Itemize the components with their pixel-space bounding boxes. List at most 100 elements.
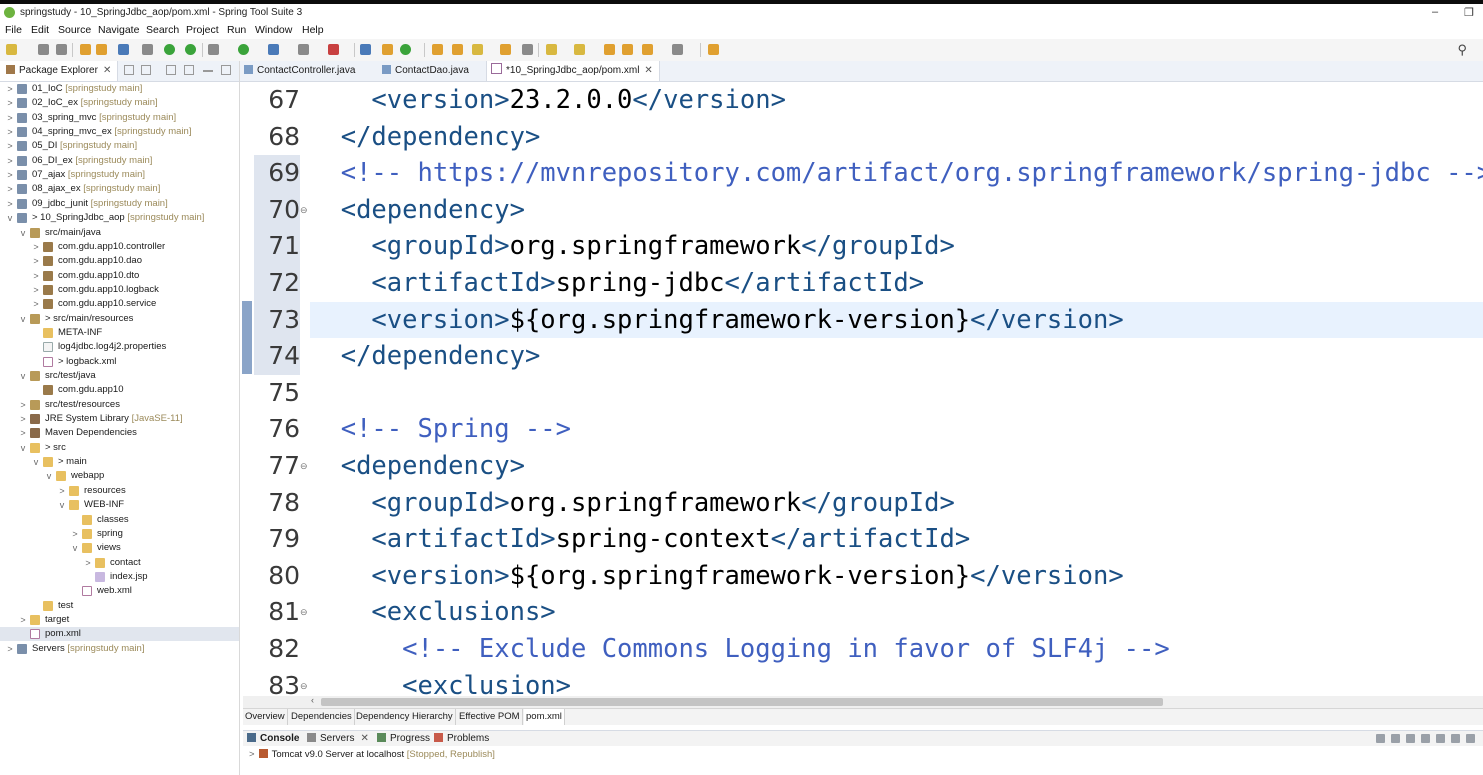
- tree-item[interactable]: > com.gdu.app10.service: [0, 297, 239, 311]
- save-all-icon[interactable]: [56, 44, 67, 55]
- view-menu-icon[interactable]: [184, 65, 194, 75]
- minimize-view-icon[interactable]: [203, 70, 213, 72]
- tree-item[interactable]: >09_jdbc_junit [springstudy main]: [0, 197, 239, 211]
- next-annotation-icon[interactable]: [546, 44, 557, 55]
- collapsed-icon[interactable]: >: [6, 197, 14, 211]
- stop-icon[interactable]: [1436, 734, 1445, 743]
- tree-item[interactable]: > spring: [0, 527, 239, 541]
- collapse-icon[interactable]: [1376, 734, 1385, 743]
- code-line[interactable]: <!-- Spring -->: [310, 411, 571, 448]
- tree-item[interactable]: classes: [0, 513, 239, 527]
- tab-dependency-hierarchy[interactable]: Dependency Hierarchy: [354, 709, 456, 725]
- debug-server-icon[interactable]: [1391, 734, 1400, 743]
- tree-item[interactable]: >05_DI [springstudy main]: [0, 139, 239, 153]
- tree-item[interactable]: test: [0, 599, 239, 613]
- collapse-all-icon[interactable]: [124, 65, 134, 75]
- collapsed-icon[interactable]: >: [32, 297, 40, 311]
- tree-item[interactable]: >03_spring_mvc [springstudy main]: [0, 111, 239, 125]
- tab-servers[interactable]: Servers ✕: [307, 731, 369, 747]
- new-icon[interactable]: [6, 44, 17, 55]
- code-line[interactable]: <version>23.2.0.0</version>: [310, 82, 786, 119]
- annotation-icon[interactable]: [500, 44, 511, 55]
- link-with-editor-icon[interactable]: [141, 65, 151, 75]
- expanded-icon[interactable]: v: [71, 541, 79, 555]
- tree-item[interactable]: > JRE System Library [JavaSE-11]: [0, 412, 239, 426]
- collapsed-icon[interactable]: >: [6, 642, 14, 656]
- tab-console[interactable]: Console: [247, 731, 299, 747]
- tree-item[interactable]: > contact: [0, 556, 239, 570]
- close-icon[interactable]: ✕: [360, 733, 368, 744]
- tree-item[interactable]: META-INF: [0, 326, 239, 340]
- open-file-icon[interactable]: [452, 44, 463, 55]
- tab-pom-xml[interactable]: *10_SpringJdbc_aop/pom.xml ✕: [486, 61, 660, 81]
- tree-item[interactable]: v > src: [0, 441, 239, 455]
- tree-item[interactable]: > com.gdu.app10.logback: [0, 283, 239, 297]
- restore-icon[interactable]: ❐: [1464, 6, 1474, 19]
- tab-dependencies[interactable]: Dependencies: [289, 709, 355, 725]
- code-line[interactable]: <exclusions>: [310, 594, 555, 631]
- relaunch-icon[interactable]: [185, 44, 196, 55]
- menu-source[interactable]: Source: [58, 24, 91, 36]
- expanded-icon[interactable]: v: [19, 369, 27, 383]
- collapsed-icon[interactable]: >: [6, 96, 14, 110]
- menu-help[interactable]: Help: [302, 24, 324, 36]
- expanded-icon[interactable]: v: [6, 211, 14, 225]
- code-line[interactable]: </dependency>: [310, 119, 541, 156]
- fold-toggle-icon[interactable]: ⊖: [300, 594, 308, 631]
- tree-item[interactable]: > src/test/resources: [0, 398, 239, 412]
- tree-item[interactable]: >01_IoC [springstudy main]: [0, 82, 239, 96]
- last-edit-location-icon[interactable]: [604, 44, 615, 55]
- collapsed-icon[interactable]: >: [84, 556, 92, 570]
- code-line[interactable]: <groupId>org.springframework</groupId>: [310, 485, 954, 522]
- collapsed-icon[interactable]: >: [6, 82, 14, 96]
- tree-item[interactable]: > com.gdu.app10.controller: [0, 240, 239, 254]
- run-icon[interactable]: [238, 44, 249, 55]
- collapsed-icon[interactable]: >: [32, 254, 40, 268]
- tree-item[interactable]: v > main: [0, 455, 239, 469]
- code-line[interactable]: </dependency>: [310, 338, 541, 375]
- collapsed-icon[interactable]: >: [32, 240, 40, 254]
- close-icon[interactable]: ✕: [644, 65, 652, 76]
- collapsed-icon[interactable]: >: [19, 412, 27, 426]
- scroll-left-icon[interactable]: ‹: [311, 695, 314, 705]
- view-menu-icon[interactable]: [1466, 734, 1475, 743]
- collapsed-icon[interactable]: >: [6, 182, 14, 196]
- tree-item[interactable]: >06_DI_ex [springstudy main]: [0, 154, 239, 168]
- code-line[interactable]: <version>${org.springframework-version}<…: [310, 558, 1123, 595]
- tree-item[interactable]: > com.gdu.app10.dao: [0, 254, 239, 268]
- expanded-icon[interactable]: v: [19, 226, 27, 240]
- spring-boot-icon[interactable]: [164, 44, 175, 55]
- tree-item[interactable]: > resources: [0, 484, 239, 498]
- tree-item[interactable]: > target: [0, 613, 239, 627]
- menu-file[interactable]: File: [5, 24, 22, 36]
- menu-search[interactable]: Search: [146, 24, 179, 36]
- code-line[interactable]: <dependency>: [310, 192, 525, 229]
- tree-item[interactable]: >04_spring_mvc_ex [springstudy main]: [0, 125, 239, 139]
- new-class-icon[interactable]: [400, 44, 411, 55]
- tab-overview[interactable]: Overview: [243, 709, 288, 725]
- tab-progress[interactable]: Progress: [377, 731, 430, 747]
- code-line[interactable]: <!-- Exclude Commons Logging in favor of…: [310, 631, 1170, 668]
- previous-annotation-icon[interactable]: [574, 44, 585, 55]
- tree-item[interactable]: com.gdu.app10: [0, 383, 239, 397]
- code-line[interactable]: <artifactId>spring-context</artifactId>: [310, 521, 970, 558]
- expanded-icon[interactable]: v: [19, 312, 27, 326]
- code-line[interactable]: <artifactId>spring-jdbc</artifactId>: [310, 265, 924, 302]
- menu-window[interactable]: Window: [255, 24, 292, 36]
- focus-icon[interactable]: [166, 65, 176, 75]
- tree-item[interactable]: v src/test/java: [0, 369, 239, 383]
- tab-contact-controller[interactable]: ContactController.java: [244, 61, 370, 81]
- tree-item[interactable]: >08_ajax_ex [springstudy main]: [0, 182, 239, 196]
- menu-navigate[interactable]: Navigate: [98, 24, 139, 36]
- expanded-icon[interactable]: v: [32, 455, 40, 469]
- code-line[interactable]: <exclusion>: [310, 668, 571, 696]
- tree-item[interactable]: > com.gdu.app10.dto: [0, 269, 239, 283]
- profile-server-icon[interactable]: [1421, 734, 1430, 743]
- code-line[interactable]: <!-- https://mvnrepository.com/artifact/…: [310, 155, 1483, 192]
- publish-icon[interactable]: [1451, 734, 1460, 743]
- expanded-icon[interactable]: v: [45, 469, 53, 483]
- menu-project[interactable]: Project: [186, 24, 219, 36]
- forward-icon[interactable]: [672, 44, 683, 55]
- expanded-icon[interactable]: v: [58, 498, 66, 512]
- fold-toggle-icon[interactable]: ⊖: [300, 192, 308, 229]
